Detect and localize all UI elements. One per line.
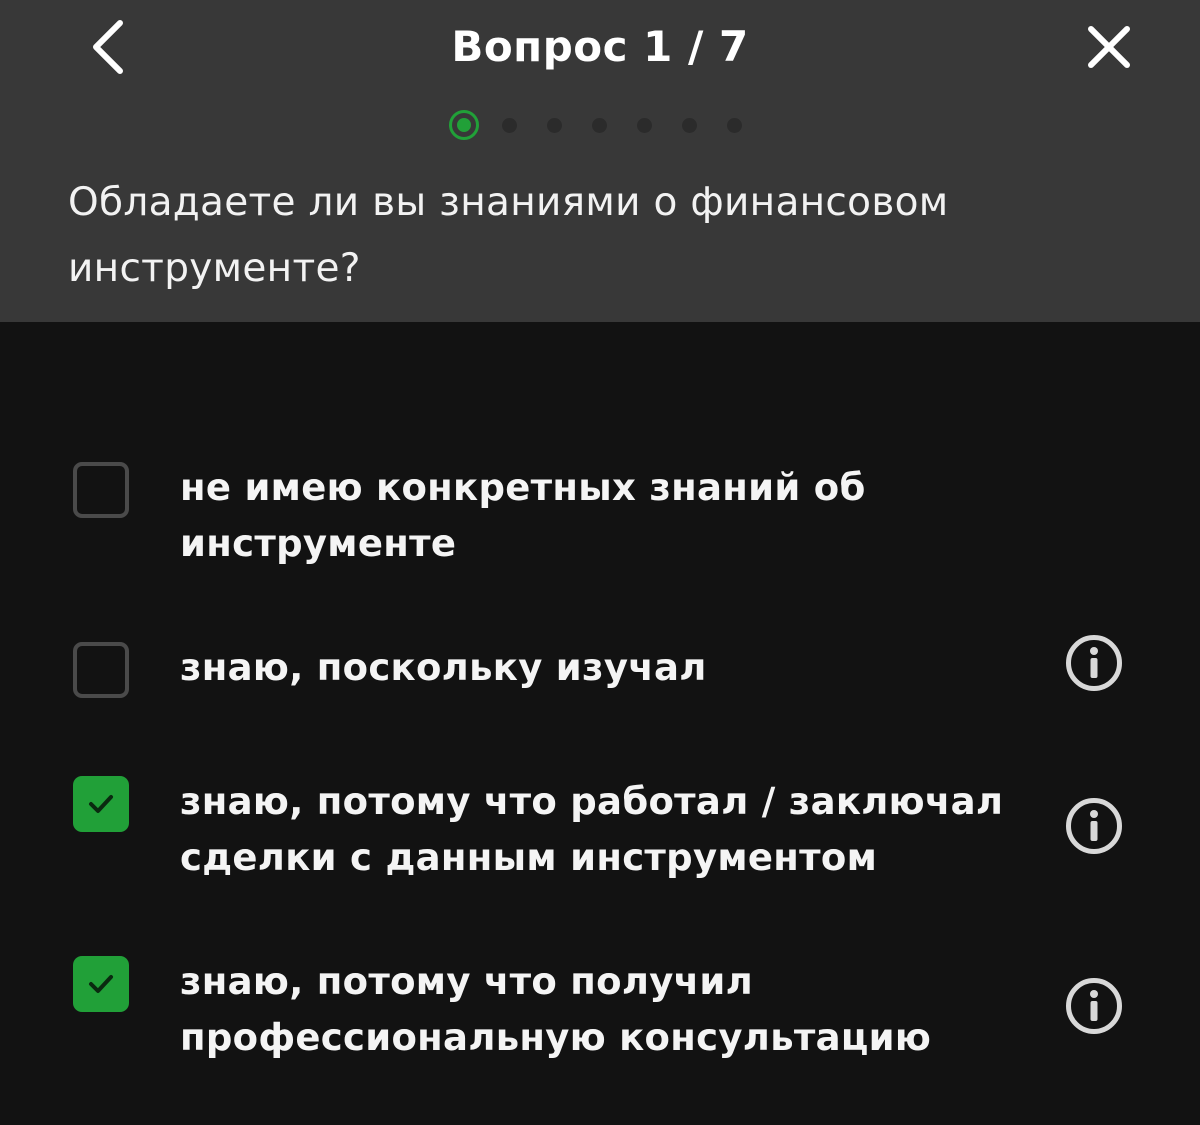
answer-label: знаю, поскольку изучал [180, 646, 707, 689]
info-button[interactable] [1064, 633, 1124, 693]
answer-label: знаю, потому что получил профессиональну… [180, 960, 932, 1059]
progress-dot [682, 118, 697, 133]
checkmark-icon [89, 975, 113, 993]
close-icon [1088, 26, 1130, 68]
answer-label: не имею конкретных знаний об инструменте [180, 466, 866, 565]
page-title: Вопрос 1 / 7 [451, 22, 749, 71]
question-text: Обладаете ли вы знаниями о финансовом ин… [68, 180, 949, 291]
progress-dot [637, 118, 652, 133]
answer-checkbox-checked[interactable] [73, 776, 129, 832]
question-header: Вопрос 1 / 7 Обладаете ли вы знаниями о … [0, 0, 1200, 322]
checkmark-icon [89, 795, 113, 813]
close-button[interactable] [1078, 16, 1140, 78]
info-button[interactable] [1064, 976, 1124, 1036]
progress-dot [592, 118, 607, 133]
progress-dot [547, 118, 562, 133]
info-icon [1066, 635, 1122, 691]
answer-checkbox[interactable] [73, 642, 129, 698]
progress-dot [502, 118, 517, 133]
answer-label: знаю, потому что работал / заключал сдел… [180, 780, 1004, 879]
progress-dots [446, 108, 746, 144]
progress-dot-current [449, 110, 479, 140]
info-icon [1066, 798, 1122, 854]
progress-dot [727, 118, 742, 133]
answer-checkbox-checked[interactable] [73, 956, 129, 1012]
info-button[interactable] [1064, 796, 1124, 856]
info-icon [1066, 978, 1122, 1034]
answer-checkbox[interactable] [73, 462, 129, 518]
